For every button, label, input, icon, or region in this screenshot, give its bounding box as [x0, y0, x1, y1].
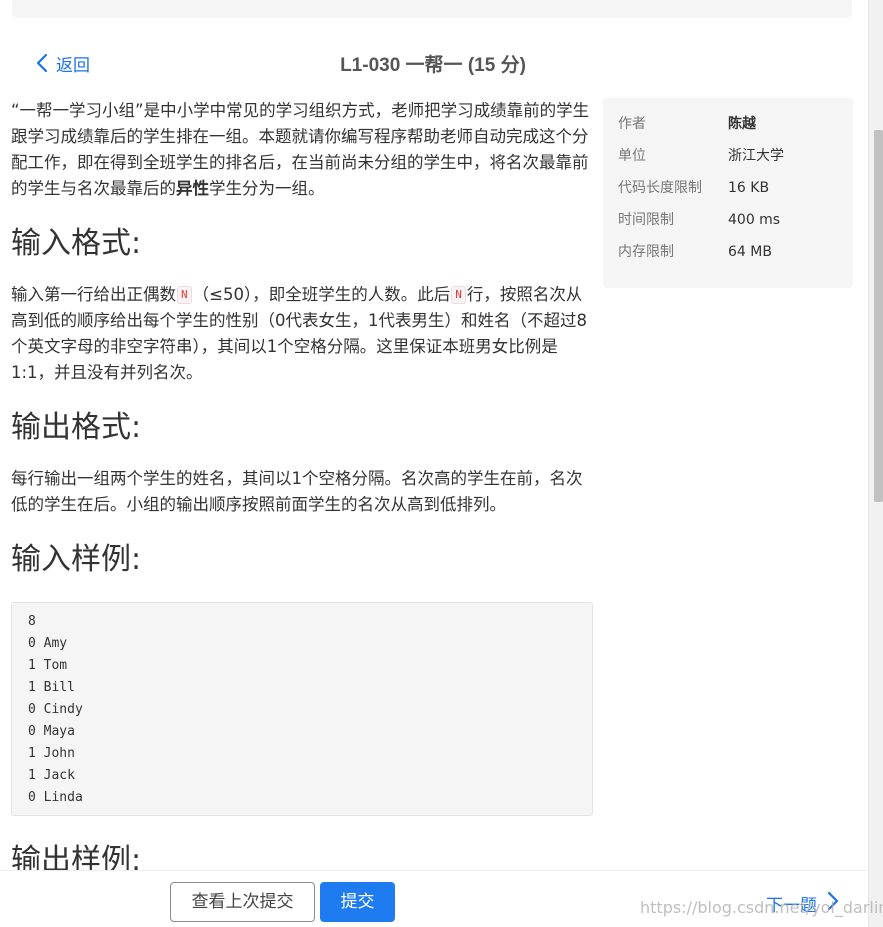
emphasis-text: 异性: [176, 179, 209, 198]
info-row-organization: 单位 浙江大学: [618, 148, 784, 164]
output-format-text: 每行输出一组两个学生的姓名，其间以1个空格分隔。名次高的学生在前，名次低的学生在…: [11, 469, 583, 514]
top-panel-edge: [12, 0, 852, 18]
sample-line: 1 Tom: [28, 658, 68, 673]
input-format-heading: 输入格式:: [11, 226, 142, 261]
output-format-heading: 输出格式:: [11, 410, 142, 445]
info-row-author: 作者 陈越: [618, 116, 756, 132]
sample-line: 0 Linda: [28, 790, 83, 805]
scrollbar-thumb[interactable]: [874, 130, 883, 502]
sample-line: 0 Maya: [28, 724, 75, 739]
sample-line: 0 Cindy: [28, 702, 83, 717]
sample-line: 0 Amy: [28, 636, 68, 651]
inline-code: N: [177, 286, 192, 304]
problem-description: “一帮一学习小组”是中小学中常见的学习组织方式，老师把学习成绩靠前的学生跟学习成…: [11, 101, 590, 198]
info-row-memory-limit: 内存限制 64 MB: [618, 244, 772, 260]
watermark-text: https://blog.csdn.net/yol_darling: [640, 898, 883, 917]
inline-code: N: [451, 286, 466, 304]
sample-line: 1 John: [28, 746, 75, 761]
view-last-submission-button[interactable]: 查看上次提交: [170, 882, 315, 922]
sample-input-heading: 输入样例:: [11, 542, 142, 577]
sample-line: 8: [28, 614, 36, 629]
input-format-text: 输入第一行给出正偶数 N （≤50），即全班学生的人数。此后 N 行，按照名次从高到低的…: [11, 285, 587, 382]
problem-content: “一帮一学习小组”是中小学中常见的学习组织方式，老师把学习成绩靠前的学生跟学习成…: [11, 98, 593, 886]
problem-info-card: 作者 陈越 单位 浙江大学 代码长度限制 16 KB 时间限制 400 ms 内…: [603, 98, 853, 288]
submit-button[interactable]: 提交: [320, 882, 395, 922]
info-row-time-limit: 时间限制 400 ms: [618, 212, 781, 228]
sample-line: 1 Bill: [28, 680, 75, 695]
page-title: L1-030 一帮一 (15 分): [340, 55, 526, 76]
sample-input-box[interactable]: 8 0 Amy 1 Tom 1 Bill 0 Cindy 0 Maya 1 Jo…: [11, 602, 593, 816]
info-row-code-length: 代码长度限制 16 KB: [618, 180, 770, 196]
sample-line: 1 Jack: [28, 768, 75, 783]
